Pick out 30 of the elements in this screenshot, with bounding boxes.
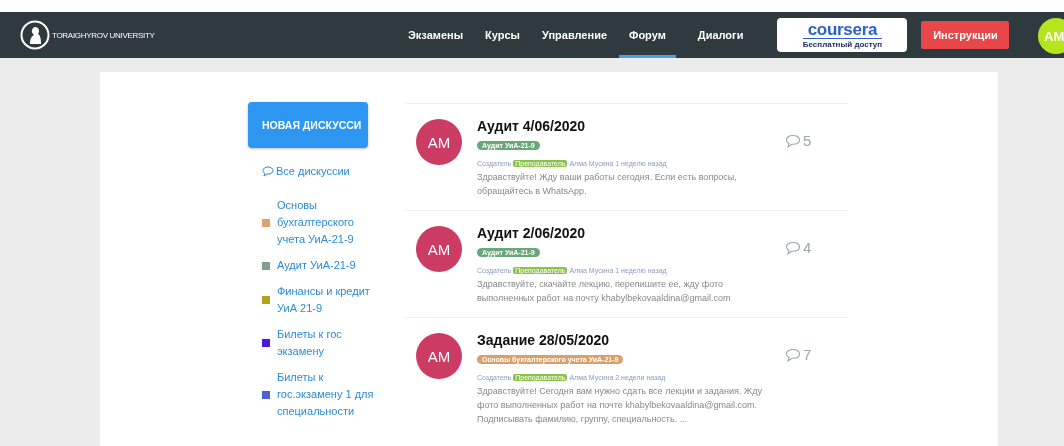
instructions-button[interactable]: Инструкции (921, 21, 1010, 49)
post-excerpt: Здравствуйте! Жду ваши работы сегодня. Если есть вопросы, обращайтесь в WhatsApp. (477, 171, 738, 198)
comment-icon (262, 165, 274, 177)
nav-tab[interactable]: Экзамены (398, 12, 474, 58)
nav-tab[interactable]: Управление (532, 12, 617, 58)
comment-icon (785, 347, 801, 362)
category-link[interactable]: Финансы и кредит УиА 21-9 (277, 283, 383, 317)
author-avatar: AM (416, 226, 462, 272)
comment-count: 7 (803, 346, 812, 363)
post-title[interactable]: Аудит 2/06/2020 (477, 225, 777, 241)
comment-count: 4 (803, 239, 812, 256)
post-title[interactable]: Аудит 4/06/2020 (477, 118, 777, 134)
post-excerpt: Здравствуйте! Сегодня вам нужно сдать все лекции и задания. Жду фото выполненных работ на почте khabylbekovaaldina@gmail.com. Подписывать фамилию, группу, специальность. ... (477, 385, 763, 426)
university-name: TORAIGHYROV UNIVERSITY (52, 30, 155, 40)
category-link[interactable]: Основы бухгалтерского учета УиА-21-9 (277, 197, 383, 248)
university-emblem-icon (20, 20, 50, 50)
post-excerpt: Здравствуйте, скачайте лекцию, перепишите ее, жду фото выполненных работ на почту khabylbekovaaldina@gmail.com (477, 278, 732, 305)
coursera-button[interactable]: coursera Бесплатный доступ (777, 18, 908, 52)
category-link[interactable]: Аудит УиА-21-9 (277, 257, 383, 274)
category-link[interactable]: Билеты к гос.экзамену 1 для специальности (277, 369, 383, 420)
author-avatar: AM (416, 333, 462, 379)
category-link[interactable]: Билеты к гос экзамену (277, 326, 383, 360)
nav-tab[interactable]: Диалоги (687, 12, 754, 58)
post-title[interactable]: Задание 28/05/2020 (477, 332, 777, 348)
all-discussions-link[interactable]: Все дискуссии (262, 165, 405, 177)
nav-tab[interactable]: Курсы (475, 12, 530, 58)
comment-count: 5 (803, 132, 812, 149)
author-avatar: AM (416, 119, 462, 165)
comment-icon (785, 133, 801, 148)
comment-icon (785, 240, 801, 255)
